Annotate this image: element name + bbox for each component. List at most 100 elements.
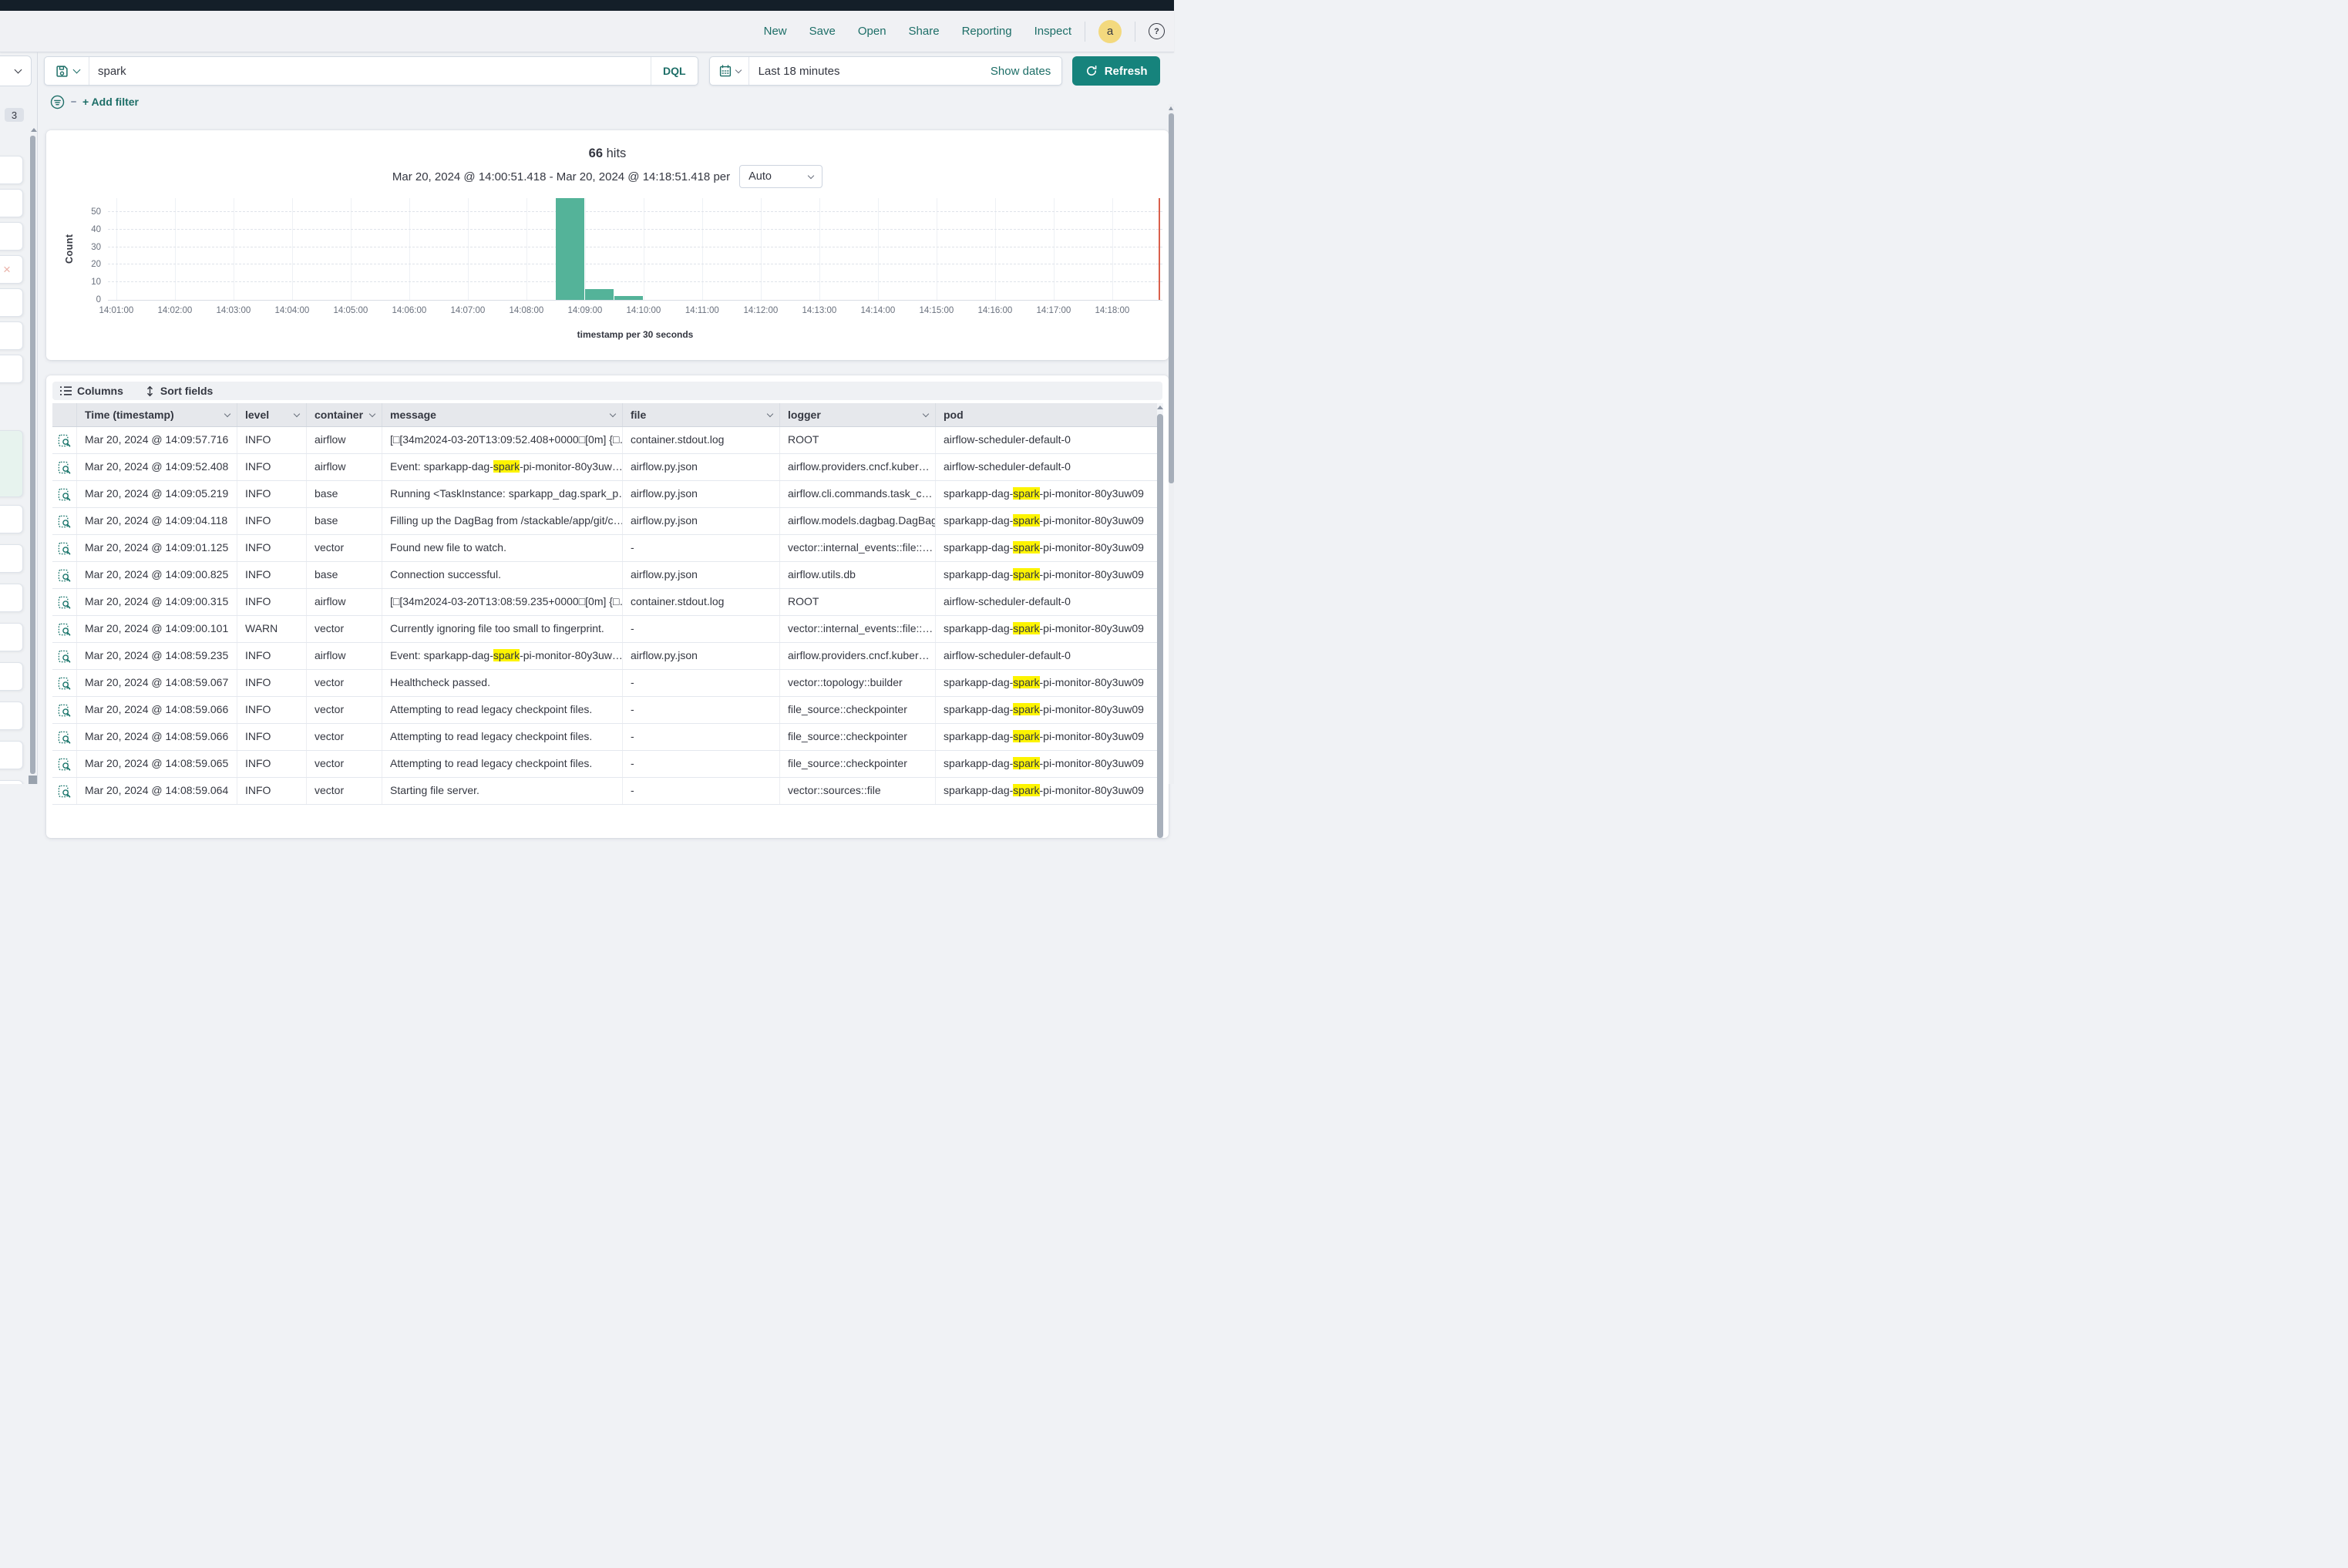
header-pod[interactable]: pod <box>936 403 1162 426</box>
saved-query-menu-button[interactable] <box>45 57 89 85</box>
chevron-down-icon <box>224 410 230 416</box>
header-file[interactable]: file <box>623 403 780 426</box>
expand-document-icon[interactable] <box>58 596 71 609</box>
cell-level: INFO <box>237 427 307 453</box>
field-card[interactable] <box>0 222 23 251</box>
header-level[interactable]: level <box>237 403 307 426</box>
expand-document-icon[interactable] <box>58 704 71 717</box>
field-card[interactable] <box>0 430 23 497</box>
sort-fields-label: Sort fields <box>160 385 213 397</box>
field-card[interactable] <box>0 505 23 533</box>
expand-document-icon[interactable] <box>58 461 71 474</box>
columns-button[interactable]: Columns <box>60 385 123 397</box>
histogram-bar[interactable] <box>614 296 643 300</box>
expand-document-icon[interactable] <box>58 785 71 798</box>
field-card[interactable] <box>0 321 23 350</box>
search-query-input[interactable]: spark <box>89 65 651 78</box>
sidebar-scrollbar[interactable] <box>30 136 35 774</box>
expand-document-icon[interactable] <box>58 515 71 528</box>
text-segment: airflow-scheduler-default-0 <box>944 433 1071 446</box>
expand-document-icon[interactable] <box>58 569 71 582</box>
cell-time: Mar 20, 2024 @ 14:09:00.315 <box>77 589 237 615</box>
expand-document-icon[interactable] <box>58 542 71 555</box>
expand-document-icon[interactable] <box>58 434 71 447</box>
table-scrollbar[interactable] <box>1157 403 1163 838</box>
expand-document-icon[interactable] <box>58 731 71 744</box>
cell-message: Attempting to read legacy checkpoint fil… <box>382 697 623 723</box>
sidebar-collapse-button[interactable] <box>0 56 32 86</box>
nav-open[interactable]: Open <box>858 25 886 38</box>
expand-document-icon[interactable] <box>58 650 71 663</box>
histogram-bar[interactable] <box>556 198 584 300</box>
field-card[interactable] <box>0 702 23 730</box>
date-picker-menu-button[interactable] <box>710 57 749 85</box>
cell-message: Connection successful. <box>382 562 623 588</box>
header-expand-column <box>52 403 77 426</box>
header-message[interactable]: message <box>382 403 623 426</box>
remove-icon[interactable]: × <box>3 263 11 276</box>
cell-time: Mar 20, 2024 @ 14:08:59.066 <box>77 697 237 723</box>
header-logger[interactable]: logger <box>780 403 936 426</box>
cell-logger: file_source::checkpointer <box>780 724 936 750</box>
cell-file: - <box>623 724 780 750</box>
query-bar: spark DQL <box>44 56 698 86</box>
field-card[interactable] <box>0 156 23 184</box>
nav-inspect[interactable]: Inspect <box>1034 25 1071 38</box>
nav-share[interactable]: Share <box>909 25 940 38</box>
sort-fields-button[interactable]: Sort fields <box>145 385 213 397</box>
expand-document-icon[interactable] <box>58 623 71 636</box>
nav-save[interactable]: Save <box>809 25 836 38</box>
columns-label: Columns <box>77 385 123 397</box>
header-time[interactable]: Time (timestamp) <box>77 403 237 426</box>
field-card[interactable] <box>0 741 23 769</box>
left-rail: 3 × <box>0 52 38 784</box>
field-card[interactable] <box>0 355 23 383</box>
field-card[interactable] <box>0 288 23 317</box>
help-icon[interactable]: ? <box>1149 23 1165 39</box>
refresh-button[interactable]: Refresh <box>1072 56 1160 86</box>
cell-file: container.stdout.log <box>623 589 780 615</box>
x-tick-label: 14:11:00 <box>685 306 719 315</box>
text-segment: sparkapp-dag- <box>944 703 1013 715</box>
page-scrollbar[interactable] <box>1169 104 1174 784</box>
text-segment: Currently ignoring file too small to fin… <box>390 622 604 634</box>
table-scrollbar-thumb[interactable] <box>1157 414 1163 838</box>
expand-document-icon[interactable] <box>58 758 71 771</box>
field-card[interactable] <box>0 189 23 217</box>
cell-file: - <box>623 697 780 723</box>
field-card[interactable] <box>0 584 23 612</box>
time-range-label[interactable]: Last 18 minutes <box>749 65 840 78</box>
text-segment: airflow-scheduler-default-0 <box>944 460 1071 473</box>
field-card[interactable] <box>0 623 23 651</box>
x-tick-label: 14:14:00 <box>860 306 895 315</box>
nav-reporting[interactable]: Reporting <box>962 25 1012 38</box>
add-filter-button[interactable]: + Add filter <box>82 96 139 108</box>
nav-new[interactable]: New <box>764 25 787 38</box>
cell-container: airflow <box>307 643 382 669</box>
expand-document-icon[interactable] <box>58 488 71 501</box>
text-segment: -pi-monitor-80y3uw09 <box>1040 622 1144 634</box>
filter-count-badge: 3 <box>5 108 24 122</box>
avatar[interactable]: a <box>1098 20 1122 43</box>
field-card[interactable] <box>0 544 23 573</box>
show-dates-button[interactable]: Show dates <box>991 65 1061 78</box>
scroll-up-arrow-icon[interactable] <box>31 128 37 132</box>
field-card[interactable] <box>0 662 23 691</box>
text-segment: -pi-monitor-80y3uw… <box>520 649 623 661</box>
field-card[interactable] <box>0 780 23 784</box>
refresh-label: Refresh <box>1105 65 1148 78</box>
top-dark-bar <box>0 0 1174 11</box>
interval-select[interactable]: Auto <box>739 165 822 188</box>
field-card[interactable]: × <box>0 255 23 284</box>
cell-time: Mar 20, 2024 @ 14:09:00.825 <box>77 562 237 588</box>
cell-file: - <box>623 670 780 696</box>
page-scrollbar-thumb[interactable] <box>1169 113 1174 483</box>
query-language-button[interactable]: DQL <box>651 57 698 85</box>
filter-icon[interactable] <box>50 95 65 109</box>
chevron-down-icon <box>767 410 773 416</box>
expand-document-icon[interactable] <box>58 677 71 690</box>
x-tick-label: 14:07:00 <box>450 306 485 315</box>
histogram-bar[interactable] <box>585 289 614 300</box>
header-container[interactable]: container <box>307 403 382 426</box>
sidebar-scrollbar-end[interactable] <box>29 776 38 784</box>
